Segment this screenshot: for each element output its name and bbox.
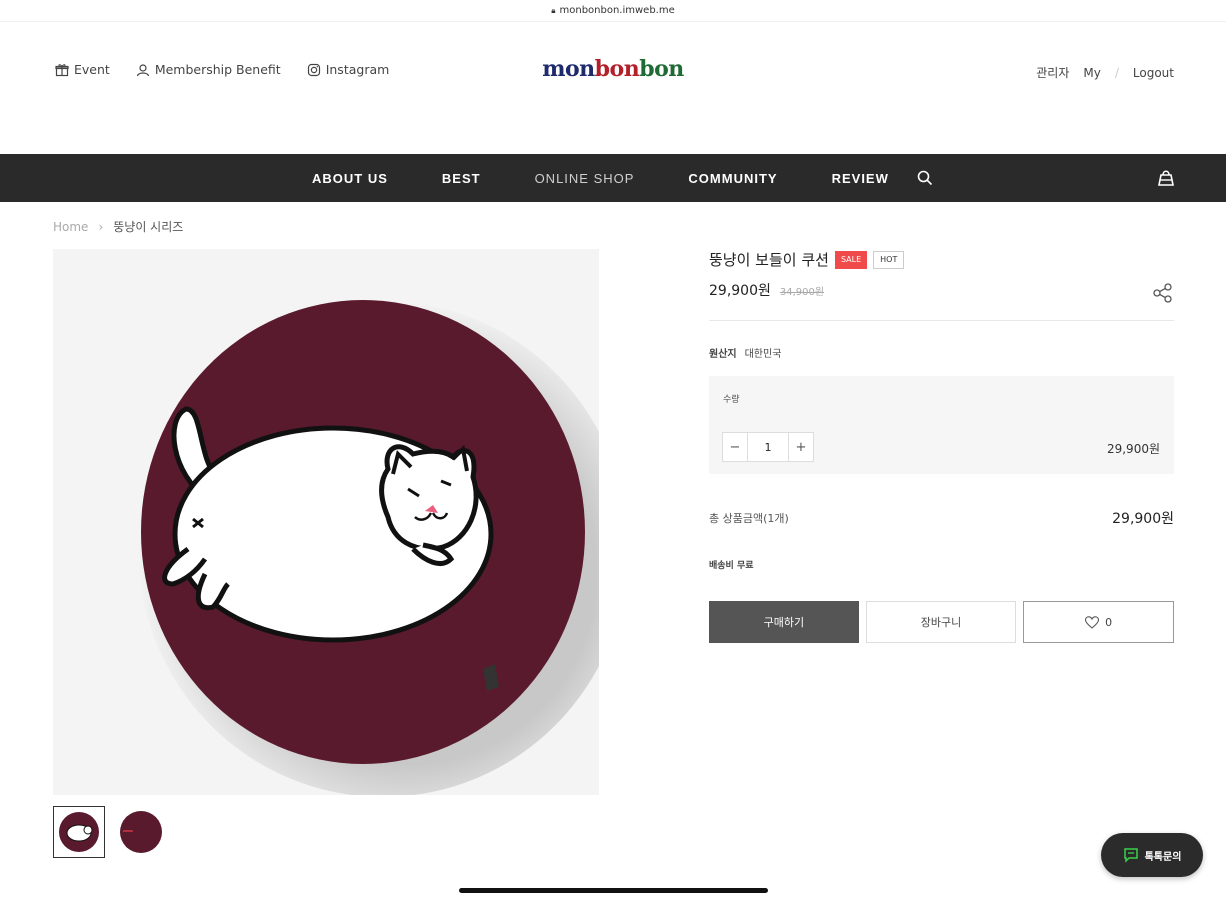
hot-badge: HOT <box>873 250 905 269</box>
logo-part-bon-1: bon <box>594 56 640 82</box>
sale-price: 29,900원 <box>709 283 771 299</box>
like-button[interactable]: 0 <box>1023 601 1175 643</box>
option-price: 29,900원 <box>1106 442 1160 456</box>
minus-button[interactable]: − <box>723 433 747 461</box>
admin-link[interactable]: 관리자 <box>1036 64 1069 81</box>
nav-best[interactable]: BEST <box>442 171 481 186</box>
like-count: 0 <box>1105 615 1113 629</box>
sale-badge: SALE <box>834 250 868 269</box>
option-box: 수량 − 1 + 29,900원 <box>709 376 1174 474</box>
origin-value: 대한민국 <box>744 349 782 360</box>
thumbnail-image-1 <box>59 812 99 852</box>
action-buttons: 구매하기 장바구니 0 <box>709 601 1175 643</box>
product-main-image[interactable] <box>53 249 599 795</box>
logo-part-mon: mon <box>542 56 595 82</box>
thumbnail-1[interactable] <box>53 806 105 858</box>
nav-menu: ABOUT US BEST ONLINE SHOP COMMUNITY REVI… <box>312 154 889 202</box>
nav-community[interactable]: COMMUNITY <box>688 171 777 186</box>
breadcrumb: Home › 뚱냥이 시리즈 <box>53 218 183 235</box>
total-row: 총 상품금액(1개) 29,900원 <box>709 508 1174 528</box>
nav-online-shop[interactable]: ONLINE SHOP <box>535 171 635 186</box>
my-link[interactable]: My <box>1083 66 1100 80</box>
lock-icon: 🔒︎ <box>551 5 556 15</box>
title-row: 뚱냥이 보들이 쿠션 SALE HOT <box>709 249 1174 270</box>
nav-review[interactable]: REVIEW <box>832 171 889 186</box>
breadcrumb-current[interactable]: 뚱냥이 시리즈 <box>113 218 183 235</box>
address-bar[interactable]: 🔒︎ monbonbon.imweb.me <box>0 0 1226 22</box>
heart-icon <box>1085 615 1100 629</box>
cushion-illustration <box>138 300 599 795</box>
plus-button[interactable]: + <box>789 433 813 461</box>
thumbnail-image-2 <box>120 811 162 853</box>
site-header: Event Membership Benefit Instagram monbo… <box>0 22 1226 154</box>
add-to-cart-button[interactable]: 장바구니 <box>865 601 1017 643</box>
chat-icon <box>1123 848 1138 863</box>
thumbnail-2[interactable] <box>115 806 167 858</box>
nav-about-us[interactable]: ABOUT US <box>312 171 388 186</box>
logout-link[interactable]: Logout <box>1133 66 1174 80</box>
account-links: 관리자 My / Logout <box>1036 64 1174 81</box>
chat-inquiry-button[interactable]: 톡톡문의 <box>1101 833 1203 877</box>
shipping-info: 배송비 무료 <box>709 561 754 571</box>
total-label: 총 상품금액(1개) <box>709 512 789 525</box>
price-row: 29,900원 34,900원 <box>709 280 1174 300</box>
quantity-label: 수량 <box>723 395 740 405</box>
origin-row: 원산지 대한민국 <box>709 345 1174 360</box>
main-nav: ABOUT US BEST ONLINE SHOP COMMUNITY REVI… <box>0 154 1226 202</box>
search-icon[interactable] <box>916 169 934 187</box>
product-info: 뚱냥이 보들이 쿠션 SALE HOT 29,900원 34,900원 원산지 … <box>709 249 1175 643</box>
divider <box>709 320 1174 321</box>
share-icon[interactable] <box>1152 282 1174 304</box>
quantity-stepper: − 1 + <box>722 432 814 462</box>
product-title: 뚱냥이 보들이 쿠션 <box>709 251 829 269</box>
total-value: 29,900원 <box>1112 511 1174 527</box>
home-indicator[interactable] <box>459 888 768 893</box>
buy-button[interactable]: 구매하기 <box>709 601 859 643</box>
logo-part-bon-2: bon <box>639 56 684 82</box>
divider: / <box>1114 65 1119 80</box>
origin-label: 원산지 <box>709 349 737 360</box>
thumbnail-list <box>53 806 167 858</box>
shopping-bag-icon[interactable] <box>1156 168 1176 188</box>
breadcrumb-home[interactable]: Home <box>53 220 88 234</box>
url-text: monbonbon.imweb.me <box>559 5 675 16</box>
original-price: 34,900원 <box>779 287 825 298</box>
chat-label: 톡톡문의 <box>1144 851 1182 863</box>
chevron-right-icon: › <box>98 219 104 234</box>
quantity-input[interactable]: 1 <box>747 433 789 461</box>
